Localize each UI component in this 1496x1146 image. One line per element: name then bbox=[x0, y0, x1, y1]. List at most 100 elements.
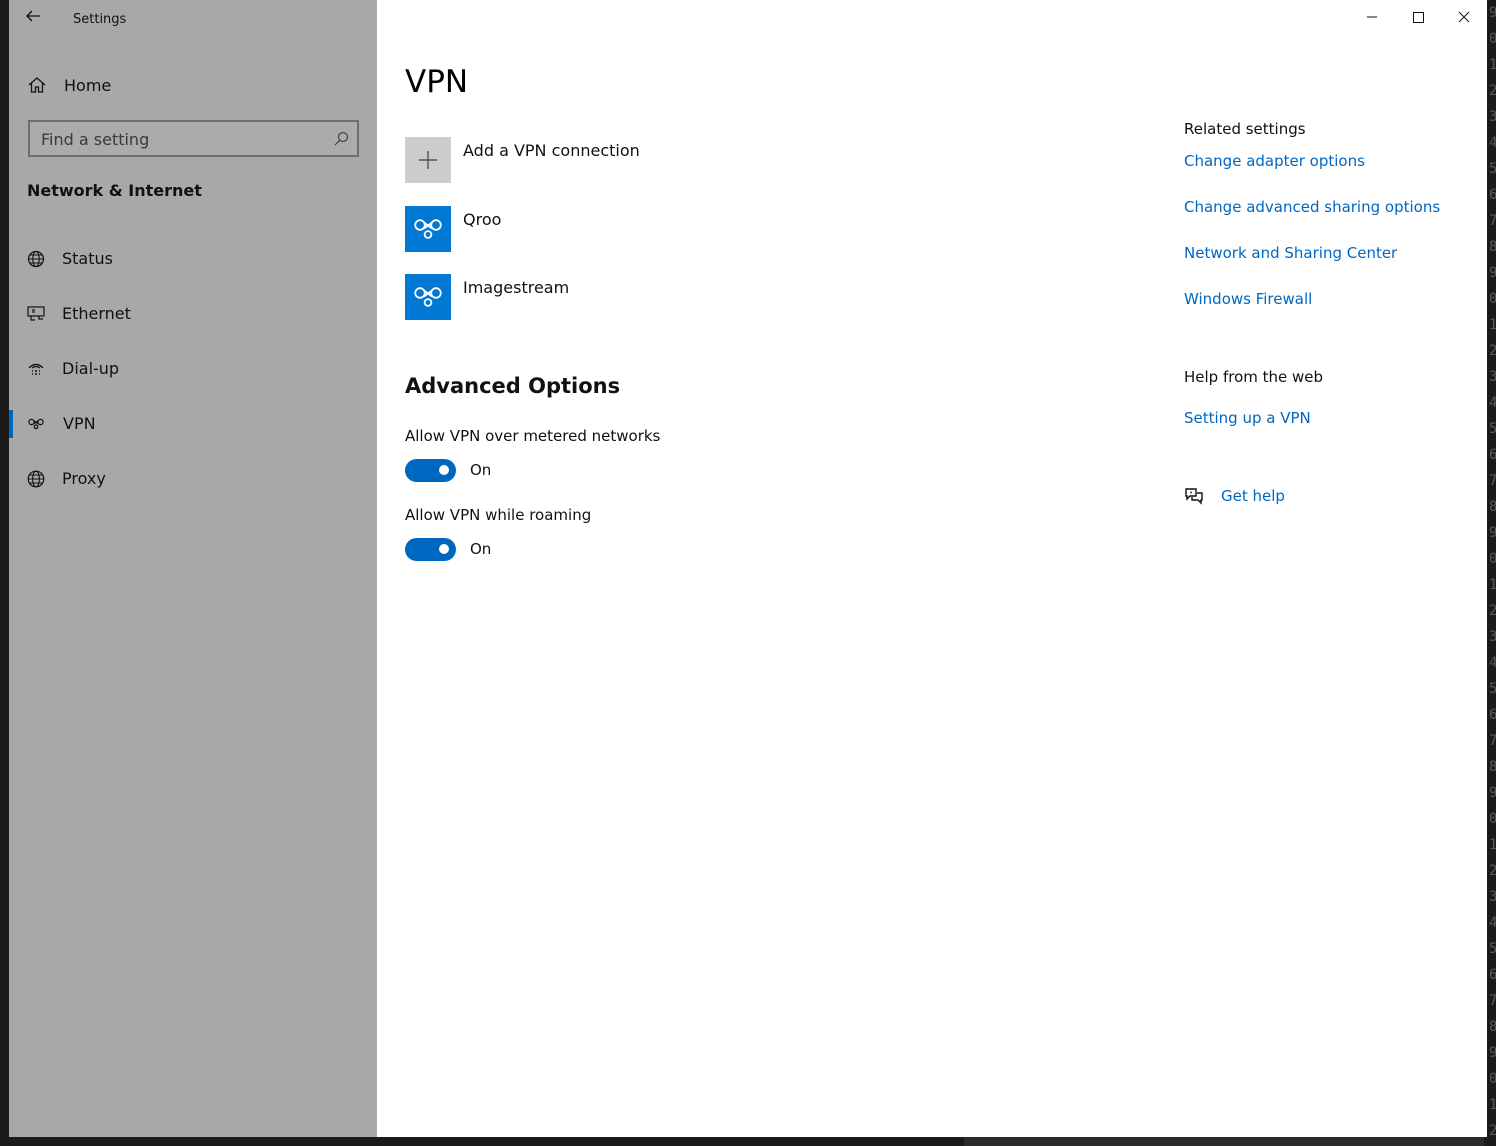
vpn-connection-name: Qroo bbox=[463, 210, 502, 229]
background-digit: 5 bbox=[1489, 941, 1496, 957]
sidebar-item-label: Dial-up bbox=[62, 359, 120, 378]
background-digit: 8 bbox=[1489, 499, 1496, 515]
sidebar-item-dial-up[interactable]: Dial-up bbox=[9, 352, 377, 386]
background-digit: 7 bbox=[1489, 473, 1496, 489]
background-digit: 5 bbox=[1489, 161, 1496, 177]
background-digit: 4 bbox=[1489, 395, 1496, 411]
background-digit: 1 bbox=[1489, 57, 1496, 73]
desktop-strip-bottom bbox=[0, 1137, 1496, 1146]
background-digit: 5 bbox=[1489, 681, 1496, 697]
vpn-connection-item[interactable]: Qroo bbox=[405, 206, 1005, 254]
background-digit: 1 bbox=[1489, 1097, 1496, 1113]
option-label-metered: Allow VPN over metered networks bbox=[405, 427, 661, 445]
sidebar-item-label: Status bbox=[62, 249, 113, 268]
background-digit: 0 bbox=[1489, 1071, 1496, 1087]
change-advanced-sharing-link[interactable]: Change advanced sharing options bbox=[1184, 198, 1440, 216]
search-icon[interactable] bbox=[333, 131, 349, 147]
sidebar-item-ethernet[interactable]: Ethernet bbox=[9, 297, 377, 331]
metered-networks-toggle[interactable] bbox=[405, 459, 456, 482]
back-button[interactable] bbox=[23, 6, 43, 26]
vpn-connection-name: Imagestream bbox=[463, 278, 570, 297]
close-icon bbox=[1458, 11, 1470, 23]
plus-icon bbox=[419, 151, 437, 169]
background-digit: 0 bbox=[1489, 31, 1496, 47]
vpn-icon bbox=[414, 287, 442, 307]
home-icon bbox=[28, 77, 46, 93]
background-digit: 3 bbox=[1489, 629, 1496, 645]
toggle-knob bbox=[439, 544, 449, 554]
background-scrollbar bbox=[964, 1137, 1484, 1146]
maximize-icon bbox=[1413, 12, 1424, 23]
background-digit: 4 bbox=[1489, 655, 1496, 671]
background-digit: 3 bbox=[1489, 109, 1496, 125]
background-digit: 4 bbox=[1489, 135, 1496, 151]
vpn-icon bbox=[28, 418, 44, 430]
vpn-connection-item[interactable]: Imagestream bbox=[405, 274, 1005, 322]
background-digit: 1 bbox=[1489, 837, 1496, 853]
background-digit: 7 bbox=[1489, 213, 1496, 229]
vpn-tile bbox=[405, 206, 451, 252]
add-tile bbox=[405, 137, 451, 183]
background-digit: 8 bbox=[1489, 759, 1496, 775]
background-digit: 0 bbox=[1489, 551, 1496, 567]
settings-window: Settings Home Find a setting Network & I… bbox=[9, 0, 1487, 1137]
background-digit: 2 bbox=[1489, 863, 1496, 879]
sidebar: Settings Home Find a setting Network & I… bbox=[9, 0, 377, 1137]
minimize-button[interactable] bbox=[1349, 4, 1395, 30]
sidebar-item-vpn[interactable]: VPN bbox=[9, 407, 377, 441]
globe-status-icon bbox=[27, 250, 45, 268]
sidebar-item-proxy[interactable]: Proxy bbox=[9, 462, 377, 496]
selection-indicator bbox=[9, 410, 13, 438]
background-digit: 9 bbox=[1489, 785, 1496, 801]
background-digit: 1 bbox=[1489, 577, 1496, 593]
sidebar-item-label: Ethernet bbox=[62, 304, 131, 323]
background-digit: 2 bbox=[1489, 83, 1496, 99]
dialup-icon bbox=[28, 363, 44, 375]
roaming-toggle[interactable] bbox=[405, 538, 456, 561]
network-sharing-center-link[interactable]: Network and Sharing Center bbox=[1184, 244, 1397, 262]
background-editor-line-numbers: 9 0 1 2 3 4 5 6 7 8 9 0 1 2 3 4 5 6 7 8 9 0 1 2 3 4 5 6 7 8 9 0 1 2 3 4 5 6 7 8… bbox=[1487, 0, 1496, 1146]
minimize-icon bbox=[1367, 16, 1377, 18]
background-digit: 9 bbox=[1489, 1045, 1496, 1061]
background-digit: 9 bbox=[1489, 265, 1496, 281]
vpn-tile bbox=[405, 274, 451, 320]
maximize-button[interactable] bbox=[1395, 4, 1441, 30]
background-digit: 7 bbox=[1489, 993, 1496, 1009]
background-digit: 0 bbox=[1489, 291, 1496, 307]
background-digit: 6 bbox=[1489, 187, 1496, 203]
globe-icon bbox=[27, 470, 45, 488]
background-digit: 6 bbox=[1489, 707, 1496, 723]
background-digit: 9 bbox=[1489, 525, 1496, 541]
setting-up-vpn-link[interactable]: Setting up a VPN bbox=[1184, 409, 1311, 427]
sidebar-item-status[interactable]: Status bbox=[9, 242, 377, 276]
background-digit: 6 bbox=[1489, 967, 1496, 983]
sidebar-item-label: VPN bbox=[63, 414, 96, 433]
add-vpn-label: Add a VPN connection bbox=[463, 141, 640, 160]
home-label: Home bbox=[64, 75, 112, 95]
background-digit: 5 bbox=[1489, 421, 1496, 437]
get-help-link[interactable]: Get help bbox=[1221, 487, 1285, 505]
toggle-state-label: On bbox=[470, 540, 492, 558]
background-digit: 3 bbox=[1489, 369, 1496, 385]
change-adapter-options-link[interactable]: Change adapter options bbox=[1184, 152, 1365, 170]
toggle-knob bbox=[439, 465, 449, 475]
help-from-web-heading: Help from the web bbox=[1184, 368, 1324, 386]
add-vpn-connection-button[interactable]: Add a VPN connection bbox=[405, 137, 1005, 185]
background-digit: 3 bbox=[1489, 889, 1496, 905]
search-placeholder: Find a setting bbox=[41, 130, 150, 149]
background-digit: 9 bbox=[1489, 5, 1496, 21]
background-digit: 1 bbox=[1489, 317, 1496, 333]
sidebar-item-label: Proxy bbox=[62, 469, 106, 488]
windows-firewall-link[interactable]: Windows Firewall bbox=[1184, 290, 1312, 308]
search-input[interactable]: Find a setting bbox=[28, 120, 359, 157]
background-digit: 8 bbox=[1489, 1019, 1496, 1035]
get-help-icon[interactable] bbox=[1183, 485, 1205, 507]
desktop-strip-left bbox=[0, 0, 9, 1146]
background-digit: 2 bbox=[1489, 343, 1496, 359]
home-nav-item[interactable]: Home bbox=[27, 72, 111, 98]
app-title: Settings bbox=[73, 12, 127, 27]
page-title: VPN bbox=[405, 64, 469, 100]
advanced-options-heading: Advanced Options bbox=[405, 374, 621, 398]
close-button[interactable] bbox=[1441, 4, 1487, 30]
vpn-icon bbox=[414, 219, 442, 239]
